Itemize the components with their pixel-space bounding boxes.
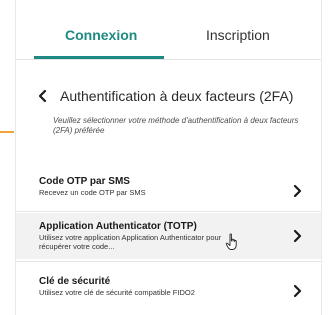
chevron-right-icon xyxy=(293,184,302,198)
hand-pointer-icon xyxy=(225,233,237,250)
method-description: Utilisez votre clé de sécurité compatibl… xyxy=(39,288,195,297)
method-title: Application Authenticator (TOTP) xyxy=(39,221,197,232)
method-divider xyxy=(16,261,321,262)
tab-login[interactable]: Connexion xyxy=(65,27,137,43)
auth-card: Connexion Inscription Authentification à… xyxy=(15,0,322,315)
decorative-accent-line xyxy=(0,131,14,133)
tab-signup[interactable]: Inscription xyxy=(206,27,270,43)
tabs-divider xyxy=(16,59,321,60)
method-authenticator-app[interactable]: Application Authenticator (TOTP) Utilise… xyxy=(16,213,321,259)
method-security-key[interactable]: Clé de sécurité Utilisez votre clé de sé… xyxy=(16,268,321,314)
method-description: Utilisez votre application Application A… xyxy=(39,233,222,251)
method-divider xyxy=(16,211,321,212)
method-sms-otp[interactable]: Code OTP par SMS Recevez un code OTP par… xyxy=(16,168,321,214)
page-title: Authentification à deux facteurs (2FA) xyxy=(60,88,294,104)
title-row: Authentification à deux facteurs (2FA) xyxy=(36,86,316,106)
method-description: Recevez un code OTP par SMS xyxy=(39,188,146,197)
method-title: Code OTP par SMS xyxy=(39,176,130,187)
chevron-right-icon xyxy=(293,229,302,243)
auth-tabs: Connexion Inscription xyxy=(16,0,321,70)
method-title: Clé de sécurité xyxy=(39,276,111,287)
chevron-right-icon xyxy=(293,284,302,298)
page: Connexion Inscription Authentification à… xyxy=(0,0,335,315)
page-subtitle: Veuillez sélectionner votre méthode d'au… xyxy=(53,116,299,135)
chevron-left-icon[interactable] xyxy=(36,89,50,103)
